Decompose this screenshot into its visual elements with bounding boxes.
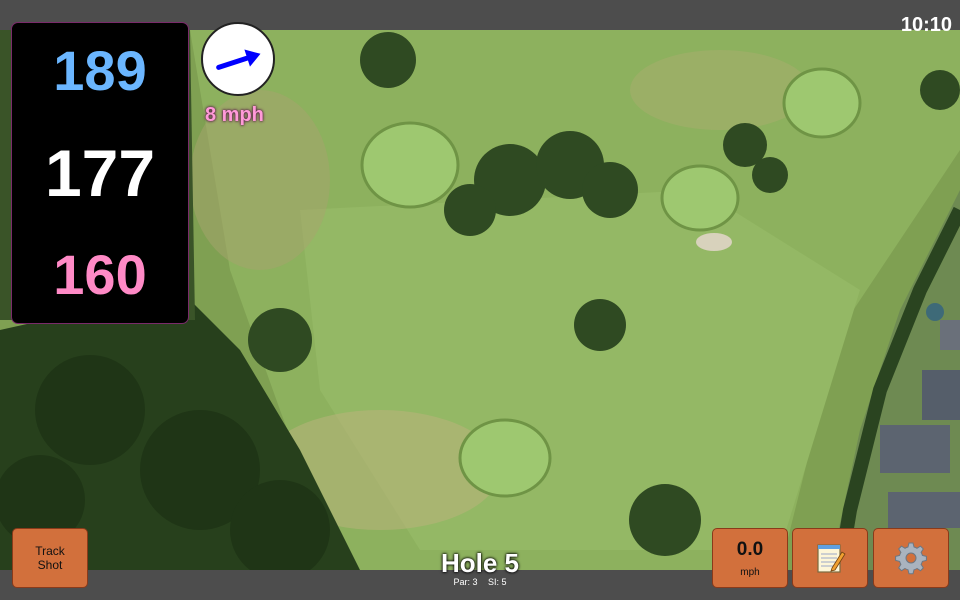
- notepad-icon: [817, 544, 846, 573]
- track-shot-button[interactable]: Track Shot: [12, 528, 88, 588]
- track-shot-label-line1: Track: [35, 544, 65, 558]
- hole-par: Par: 3: [453, 577, 478, 587]
- speed-button[interactable]: 0.0 mph: [712, 528, 788, 588]
- speed-unit: mph: [740, 566, 760, 578]
- hole-info: Par: 3 SI: 5: [380, 577, 580, 587]
- front-distance: 160: [53, 242, 147, 306]
- wind-speed: 8 mph: [205, 104, 264, 126]
- gear-icon: [895, 542, 927, 575]
- wind-arrow-icon: [216, 49, 261, 70]
- clock: 10:10: [900, 14, 952, 36]
- scorecard-button[interactable]: [792, 528, 868, 588]
- back-distance: 189: [53, 39, 147, 103]
- hole-stroke-index: SI: 5: [488, 577, 507, 587]
- distance-panel: 189 177 160: [11, 22, 189, 324]
- middle-distance: 177: [44, 135, 156, 210]
- settings-button[interactable]: [873, 528, 949, 588]
- track-shot-label-line2: Shot: [37, 558, 63, 572]
- speed-value: 0.0: [736, 538, 764, 560]
- hole-title: Hole 5: [440, 548, 520, 578]
- wind-indicator: [201, 22, 275, 96]
